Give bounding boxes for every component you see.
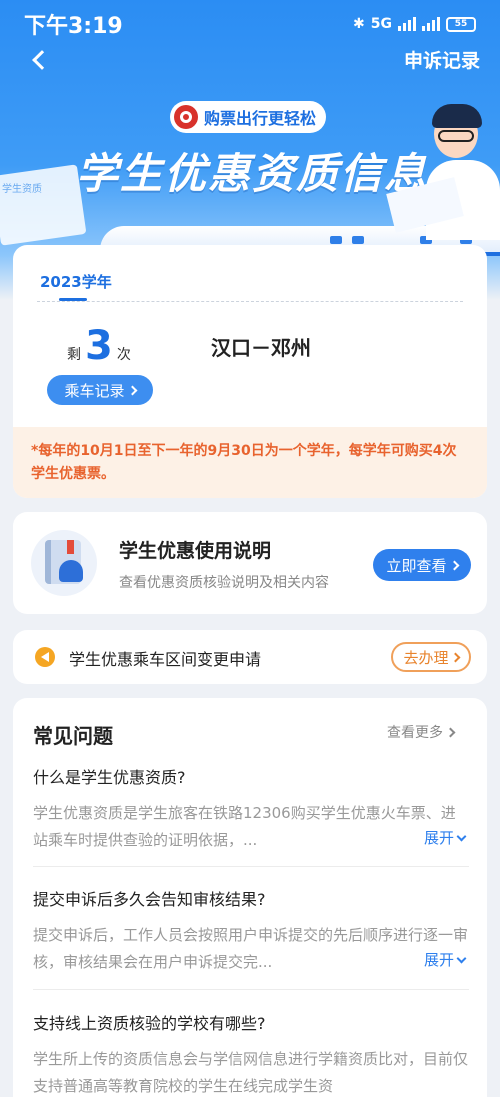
faq-item[interactable]: 什么是学生优惠资质? 学生优惠资质是学生旅客在铁路12306购买学生优惠火车票、…	[33, 764, 469, 854]
faq-question: 支持线上资质核验的学校有哪些?	[33, 1014, 266, 1033]
paper-illustration-text: 学生资质	[2, 184, 42, 195]
route-change-card[interactable]: 学生优惠乘车区间变更申请 去办理	[13, 630, 487, 684]
divider	[33, 866, 469, 867]
quota-card: 2023学年 剩 3 次 汉口－邓州 乘车记录 *每年的10月1日至下一年的9月…	[13, 245, 487, 498]
guide-title: 学生优惠使用说明	[119, 540, 272, 562]
divider	[33, 989, 469, 990]
status-time: 下午3:19	[24, 14, 123, 39]
slogan-text: 购票出行更轻松	[204, 109, 317, 128]
faq-answer: 提交申诉后，工作人员会按照用户申诉提交的先后顺序进行逐一审核，审核结果会在用户申…	[33, 922, 469, 976]
network-type: 5G	[370, 16, 392, 32]
faq-item[interactable]: 提交申诉后多久会告知审核结果? 提交申诉后，工作人员会按照用户申诉提交的先后顺序…	[33, 886, 469, 976]
academic-year-notice: *每年的10月1日至下一年的9月30日为一个学年，每学年可购买4次学生优惠票。	[13, 427, 487, 498]
remaining-count: 剩 3 次	[67, 323, 131, 369]
faq-item[interactable]: 支持线上资质核验的学校有哪些? 学生所上传的资质信息会与学信网信息进行学籍资质比…	[33, 1010, 469, 1097]
faq-question: 什么是学生优惠资质?	[33, 768, 186, 787]
train-window	[330, 236, 342, 244]
faq-answer: 学生优惠资质是学生旅客在铁路12306购买学生优惠火车票、进站乘车时提供查验的证…	[33, 800, 469, 854]
chevron-right-icon	[127, 385, 137, 395]
remaining-number: 3	[85, 323, 113, 369]
megaphone-icon	[35, 647, 55, 667]
slogan-badge: 购票出行更轻松	[170, 101, 327, 133]
guide-book-icon	[31, 530, 97, 596]
chevron-right-icon	[445, 727, 456, 737]
travel-route: 汉口－邓州	[211, 336, 311, 360]
faq-answer-text: 学生所上传的资质信息会与学信网信息进行学籍资质比对，目前仅支持普通高等教育院校的…	[33, 1050, 469, 1095]
faq-question: 提交申诉后多久会告知审核结果?	[33, 890, 266, 909]
usage-guide-card[interactable]: 学生优惠使用说明 查看优惠资质核验说明及相关内容 立即查看	[13, 512, 487, 614]
status-icons: ✱ 5G 55	[353, 16, 476, 32]
chevron-left-icon	[32, 50, 52, 70]
page-title: 学生优惠资质信息	[76, 149, 429, 198]
guide-subtitle: 查看优惠资质核验说明及相关内容	[119, 575, 329, 591]
view-now-label: 立即查看	[386, 556, 447, 575]
expand-label: 展开	[423, 951, 454, 969]
expand-button[interactable]: 展开	[417, 947, 467, 974]
faq-answer-text: 提交申诉后，工作人员会按照用户申诉提交的先后顺序进行逐一审核，审核结果会在用户申…	[33, 926, 469, 971]
route-change-label: 学生优惠乘车区间变更申请	[69, 650, 262, 669]
faq-more-link[interactable]: 查看更多	[387, 722, 456, 742]
paper-illustration	[0, 164, 87, 246]
remaining-prefix: 剩	[67, 347, 81, 363]
view-now-button[interactable]: 立即查看	[373, 549, 471, 581]
train-window	[352, 236, 364, 244]
chevron-right-icon	[450, 652, 460, 662]
divider	[37, 301, 463, 302]
signal-icon	[422, 17, 440, 31]
expand-button[interactable]: 展开	[417, 825, 467, 852]
bluetooth-icon: ✱	[353, 16, 365, 32]
faq-card: 常见问题 查看更多 什么是学生优惠资质? 学生优惠资质是学生旅客在铁路12306…	[13, 698, 487, 1097]
faq-more-label: 查看更多	[387, 725, 443, 741]
railway-logo-icon	[174, 105, 198, 129]
faq-answer: 学生所上传的资质信息会与学信网信息进行学籍资质比对，目前仅支持普通高等教育院校的…	[33, 1046, 469, 1097]
remaining-suffix: 次	[116, 347, 131, 363]
go-handle-button[interactable]: 去办理	[391, 642, 471, 672]
student-illustration	[386, 100, 500, 240]
chevron-down-icon	[456, 831, 467, 842]
appeal-records-link[interactable]: 申诉记录	[404, 46, 480, 73]
ride-records-label: 乘车记录	[64, 381, 125, 400]
faq-heading: 常见问题	[33, 724, 113, 748]
faq-answer-text: 学生优惠资质是学生旅客在铁路12306购买学生优惠火车票、进站乘车时提供查验的证…	[33, 804, 456, 849]
battery-icon: 55	[446, 16, 476, 32]
chevron-down-icon	[456, 953, 467, 964]
expand-label: 展开	[423, 829, 454, 847]
go-handle-label: 去办理	[403, 648, 449, 667]
chevron-right-icon	[449, 560, 459, 570]
ride-records-button[interactable]: 乘车记录	[47, 375, 153, 405]
signal-icon	[398, 17, 416, 31]
tab-academic-year[interactable]: 2023学年	[40, 271, 112, 292]
back-button[interactable]	[24, 45, 54, 75]
status-bar: 下午3:19 ✱ 5G 55	[0, 0, 500, 48]
